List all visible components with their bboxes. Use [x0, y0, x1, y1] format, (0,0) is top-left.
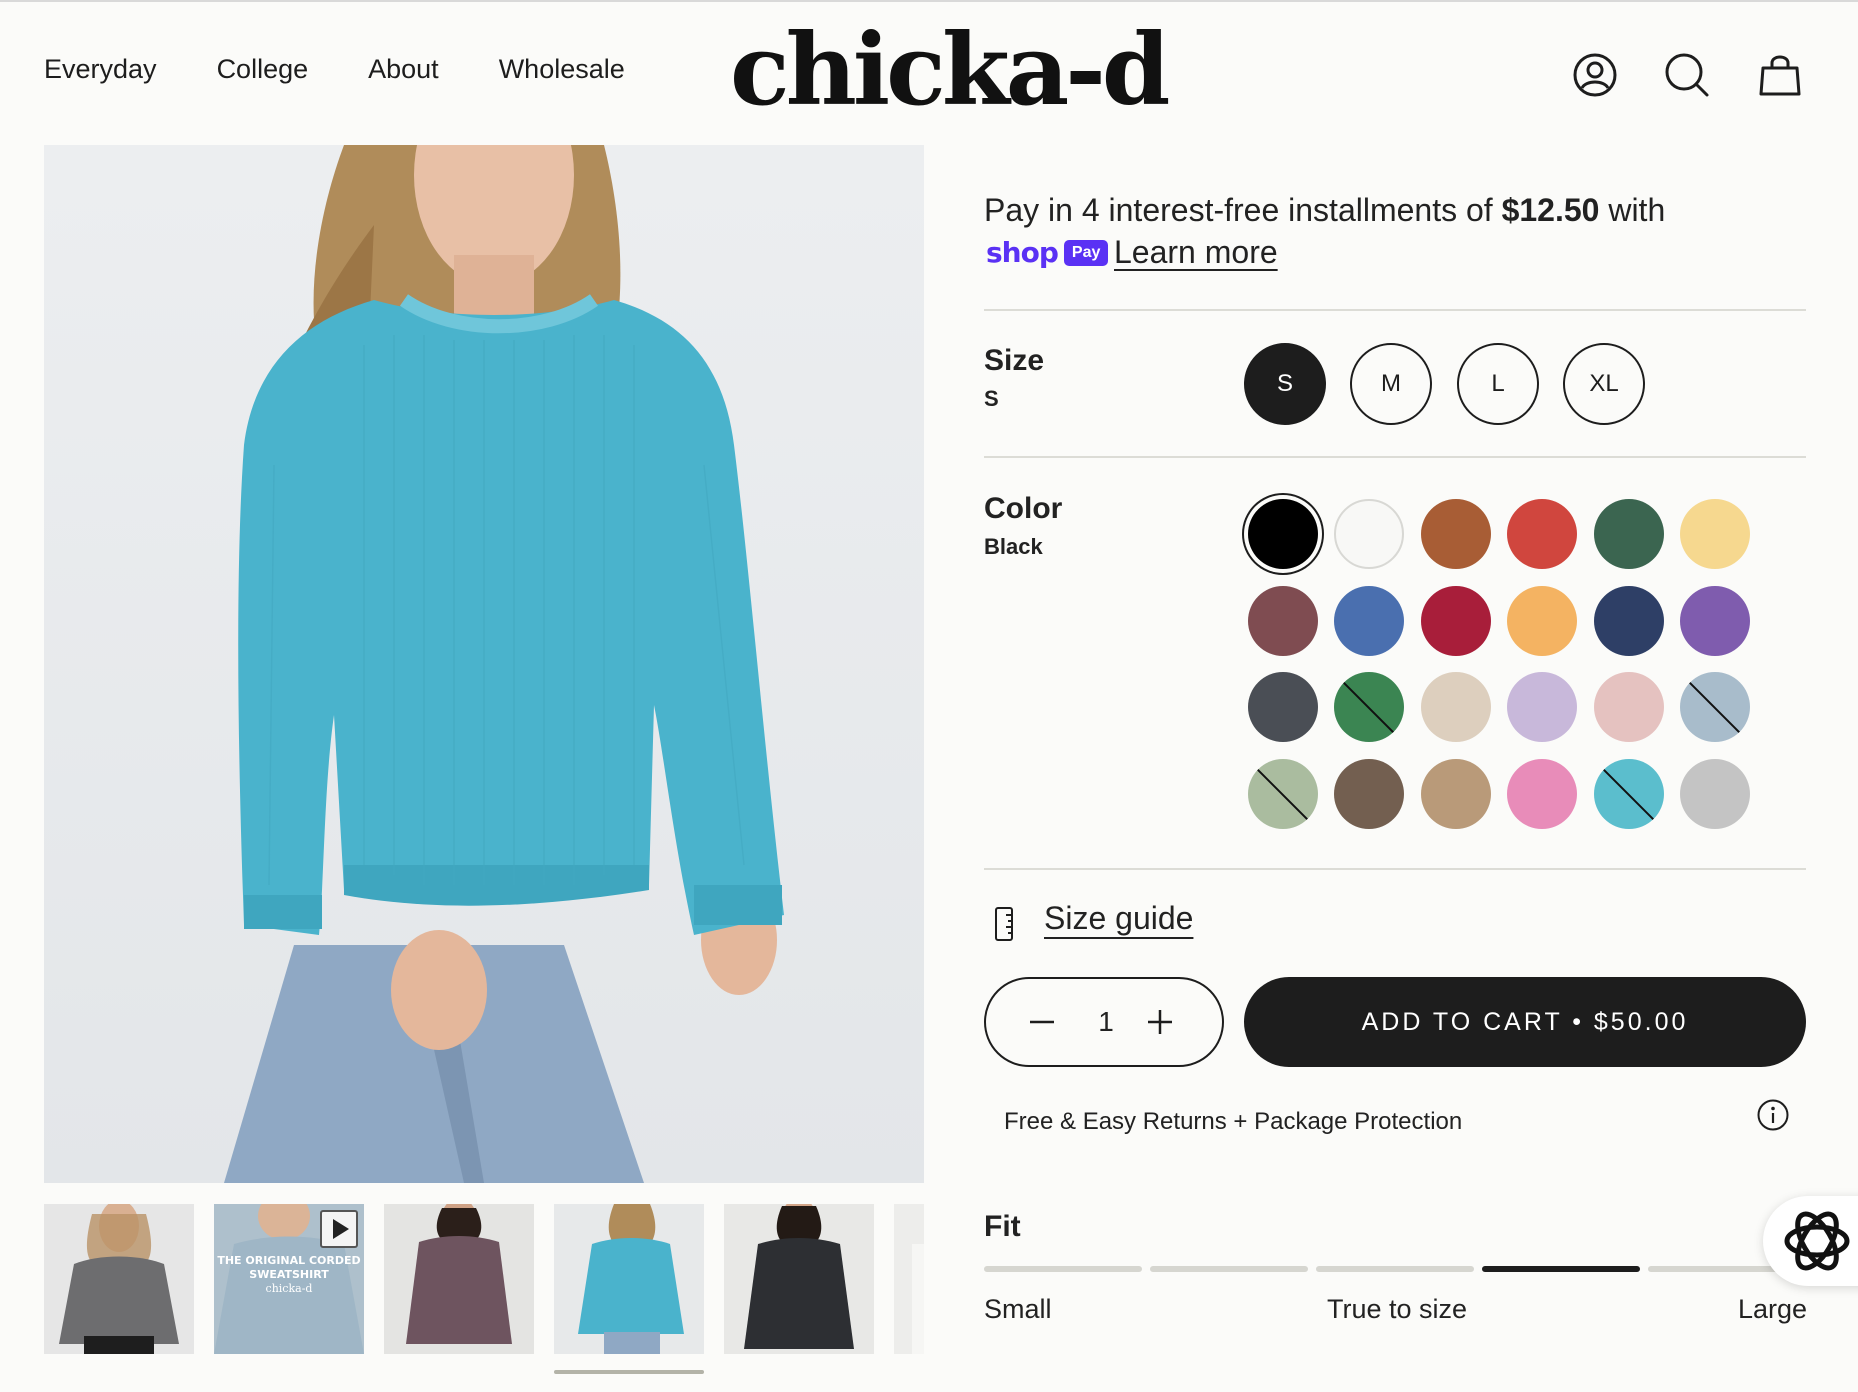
color-swatch[interactable]	[1507, 586, 1577, 656]
shop-pay-badge: Pay	[1063, 239, 1109, 266]
nav-about[interactable]: About	[368, 54, 439, 85]
ruler-icon	[995, 907, 1013, 941]
product-main-image[interactable]	[44, 145, 924, 1183]
color-swatch[interactable]	[1334, 672, 1404, 742]
color-swatch[interactable]	[1594, 586, 1664, 656]
size-option-s[interactable]: S	[1244, 343, 1326, 425]
color-swatch[interactable]	[1421, 672, 1491, 742]
nav-wholesale[interactable]: Wholesale	[499, 54, 625, 85]
fit-label: Fit	[984, 1210, 1021, 1243]
shop-pay-wordmark: shop	[986, 236, 1059, 269]
color-swatch[interactable]	[1680, 672, 1750, 742]
main-nav: Everyday College About Wholesale	[44, 54, 625, 85]
size-option-m[interactable]: M	[1350, 343, 1432, 425]
size-label: Size	[984, 344, 1045, 377]
fit-segment	[1316, 1266, 1474, 1272]
thumb-turquoise-sweatshirt[interactable]	[554, 1204, 704, 1354]
divider	[984, 868, 1806, 870]
info-icon[interactable]	[1756, 1098, 1790, 1132]
color-swatch[interactable]	[1421, 499, 1491, 569]
color-swatch[interactable]	[1248, 586, 1318, 656]
color-swatch[interactable]	[1594, 499, 1664, 569]
color-swatch[interactable]	[1421, 586, 1491, 656]
sold-out-slash	[1340, 679, 1398, 737]
size-option-xl[interactable]: XL	[1563, 343, 1645, 425]
size-guide-link[interactable]: Size guide	[1044, 900, 1193, 937]
color-swatch[interactable]	[1680, 759, 1750, 829]
color-swatch[interactable]	[1334, 759, 1404, 829]
fit-segment	[984, 1266, 1142, 1272]
add-to-cart-button[interactable]: ADD TO CART • $50.00	[1244, 977, 1806, 1067]
selected-color-value: Black	[984, 534, 1043, 559]
color-swatch[interactable]	[1248, 672, 1318, 742]
fit-segment	[1150, 1266, 1308, 1272]
chat-widget-icon	[1784, 1211, 1850, 1271]
fit-segment	[1482, 1266, 1640, 1272]
color-swatch[interactable]	[1507, 759, 1577, 829]
selected-size-value: S	[984, 386, 999, 411]
fit-label-true-to-size: True to size	[1327, 1294, 1468, 1324]
color-swatch[interactable]	[1594, 759, 1664, 829]
learn-more-link[interactable]: Learn more	[1114, 234, 1278, 271]
nav-everyday[interactable]: Everyday	[44, 54, 157, 85]
model-in-turquoise-sweatshirt	[224, 145, 784, 1183]
account-icon[interactable]	[1572, 52, 1618, 98]
color-swatch[interactable]	[1334, 499, 1404, 569]
site-header: Everyday College About Wholesale chicka-…	[0, 2, 1858, 144]
minus-icon[interactable]	[1024, 1004, 1060, 1040]
color-label: Color	[984, 492, 1063, 525]
fit-label-large: Large	[1738, 1294, 1808, 1324]
size-option-l[interactable]: L	[1457, 343, 1539, 425]
color-swatch[interactable]	[1680, 499, 1750, 569]
installments-suffix: with	[1599, 192, 1666, 228]
cart-icon[interactable]	[1757, 52, 1803, 98]
color-swatch[interactable]	[1507, 672, 1577, 742]
thumb-black-sweatshirt[interactable]	[724, 1204, 874, 1354]
installments-text: Pay in 4 interest-free installments of $…	[984, 186, 1724, 234]
thumb-partial[interactable]	[894, 1204, 924, 1354]
sold-out-slash	[1686, 679, 1744, 737]
thumb-grey-sweatshirt[interactable]	[44, 1204, 194, 1354]
video-caption: THE ORIGINAL CORDED SWEATSHIRT chicka-d	[214, 1254, 364, 1296]
nav-college[interactable]: College	[217, 54, 309, 85]
color-swatch[interactable]	[1507, 499, 1577, 569]
quantity-input[interactable]: 1	[1076, 1006, 1136, 1038]
installment-amount: $12.50	[1501, 192, 1600, 228]
color-swatch[interactable]	[1421, 759, 1491, 829]
color-swatch[interactable]	[1248, 759, 1318, 829]
play-icon[interactable]	[320, 1210, 358, 1248]
shop-pay-logo: shop Pay	[986, 236, 1109, 269]
plus-icon[interactable]	[1142, 1004, 1178, 1040]
thumb-video[interactable]: THE ORIGINAL CORDED SWEATSHIRT chicka-d	[214, 1204, 364, 1354]
video-caption-line-1: THE ORIGINAL CORDED	[217, 1254, 361, 1267]
video-caption-line-2: SWEATSHIRT	[249, 1268, 329, 1281]
color-swatch[interactable]	[1680, 586, 1750, 656]
divider	[984, 456, 1806, 458]
returns-protection-text: Free & Easy Returns + Package Protection	[1004, 1108, 1463, 1135]
installments-prefix: Pay in 4 interest-free installments of	[984, 192, 1502, 228]
thumbnail-strip: THE ORIGINAL CORDED SWEATSHIRT chicka-d	[44, 1204, 924, 1354]
color-swatch[interactable]	[1248, 499, 1318, 569]
search-icon[interactable]	[1664, 52, 1710, 98]
quantity-stepper: 1	[984, 977, 1224, 1067]
brand-logo[interactable]: chicka-d	[730, 22, 1170, 120]
active-thumbnail-indicator	[554, 1370, 704, 1374]
color-swatch[interactable]	[1334, 586, 1404, 656]
sold-out-slash	[1600, 766, 1658, 824]
thumb-plum-sweatshirt[interactable]	[384, 1204, 534, 1354]
divider	[984, 309, 1806, 311]
chat-widget-button[interactable]	[1763, 1196, 1858, 1286]
video-caption-brand: chicka-d	[265, 1282, 313, 1295]
color-swatch[interactable]	[1594, 672, 1664, 742]
fit-label-small: Small	[984, 1294, 1052, 1324]
sold-out-slash	[1254, 766, 1312, 824]
